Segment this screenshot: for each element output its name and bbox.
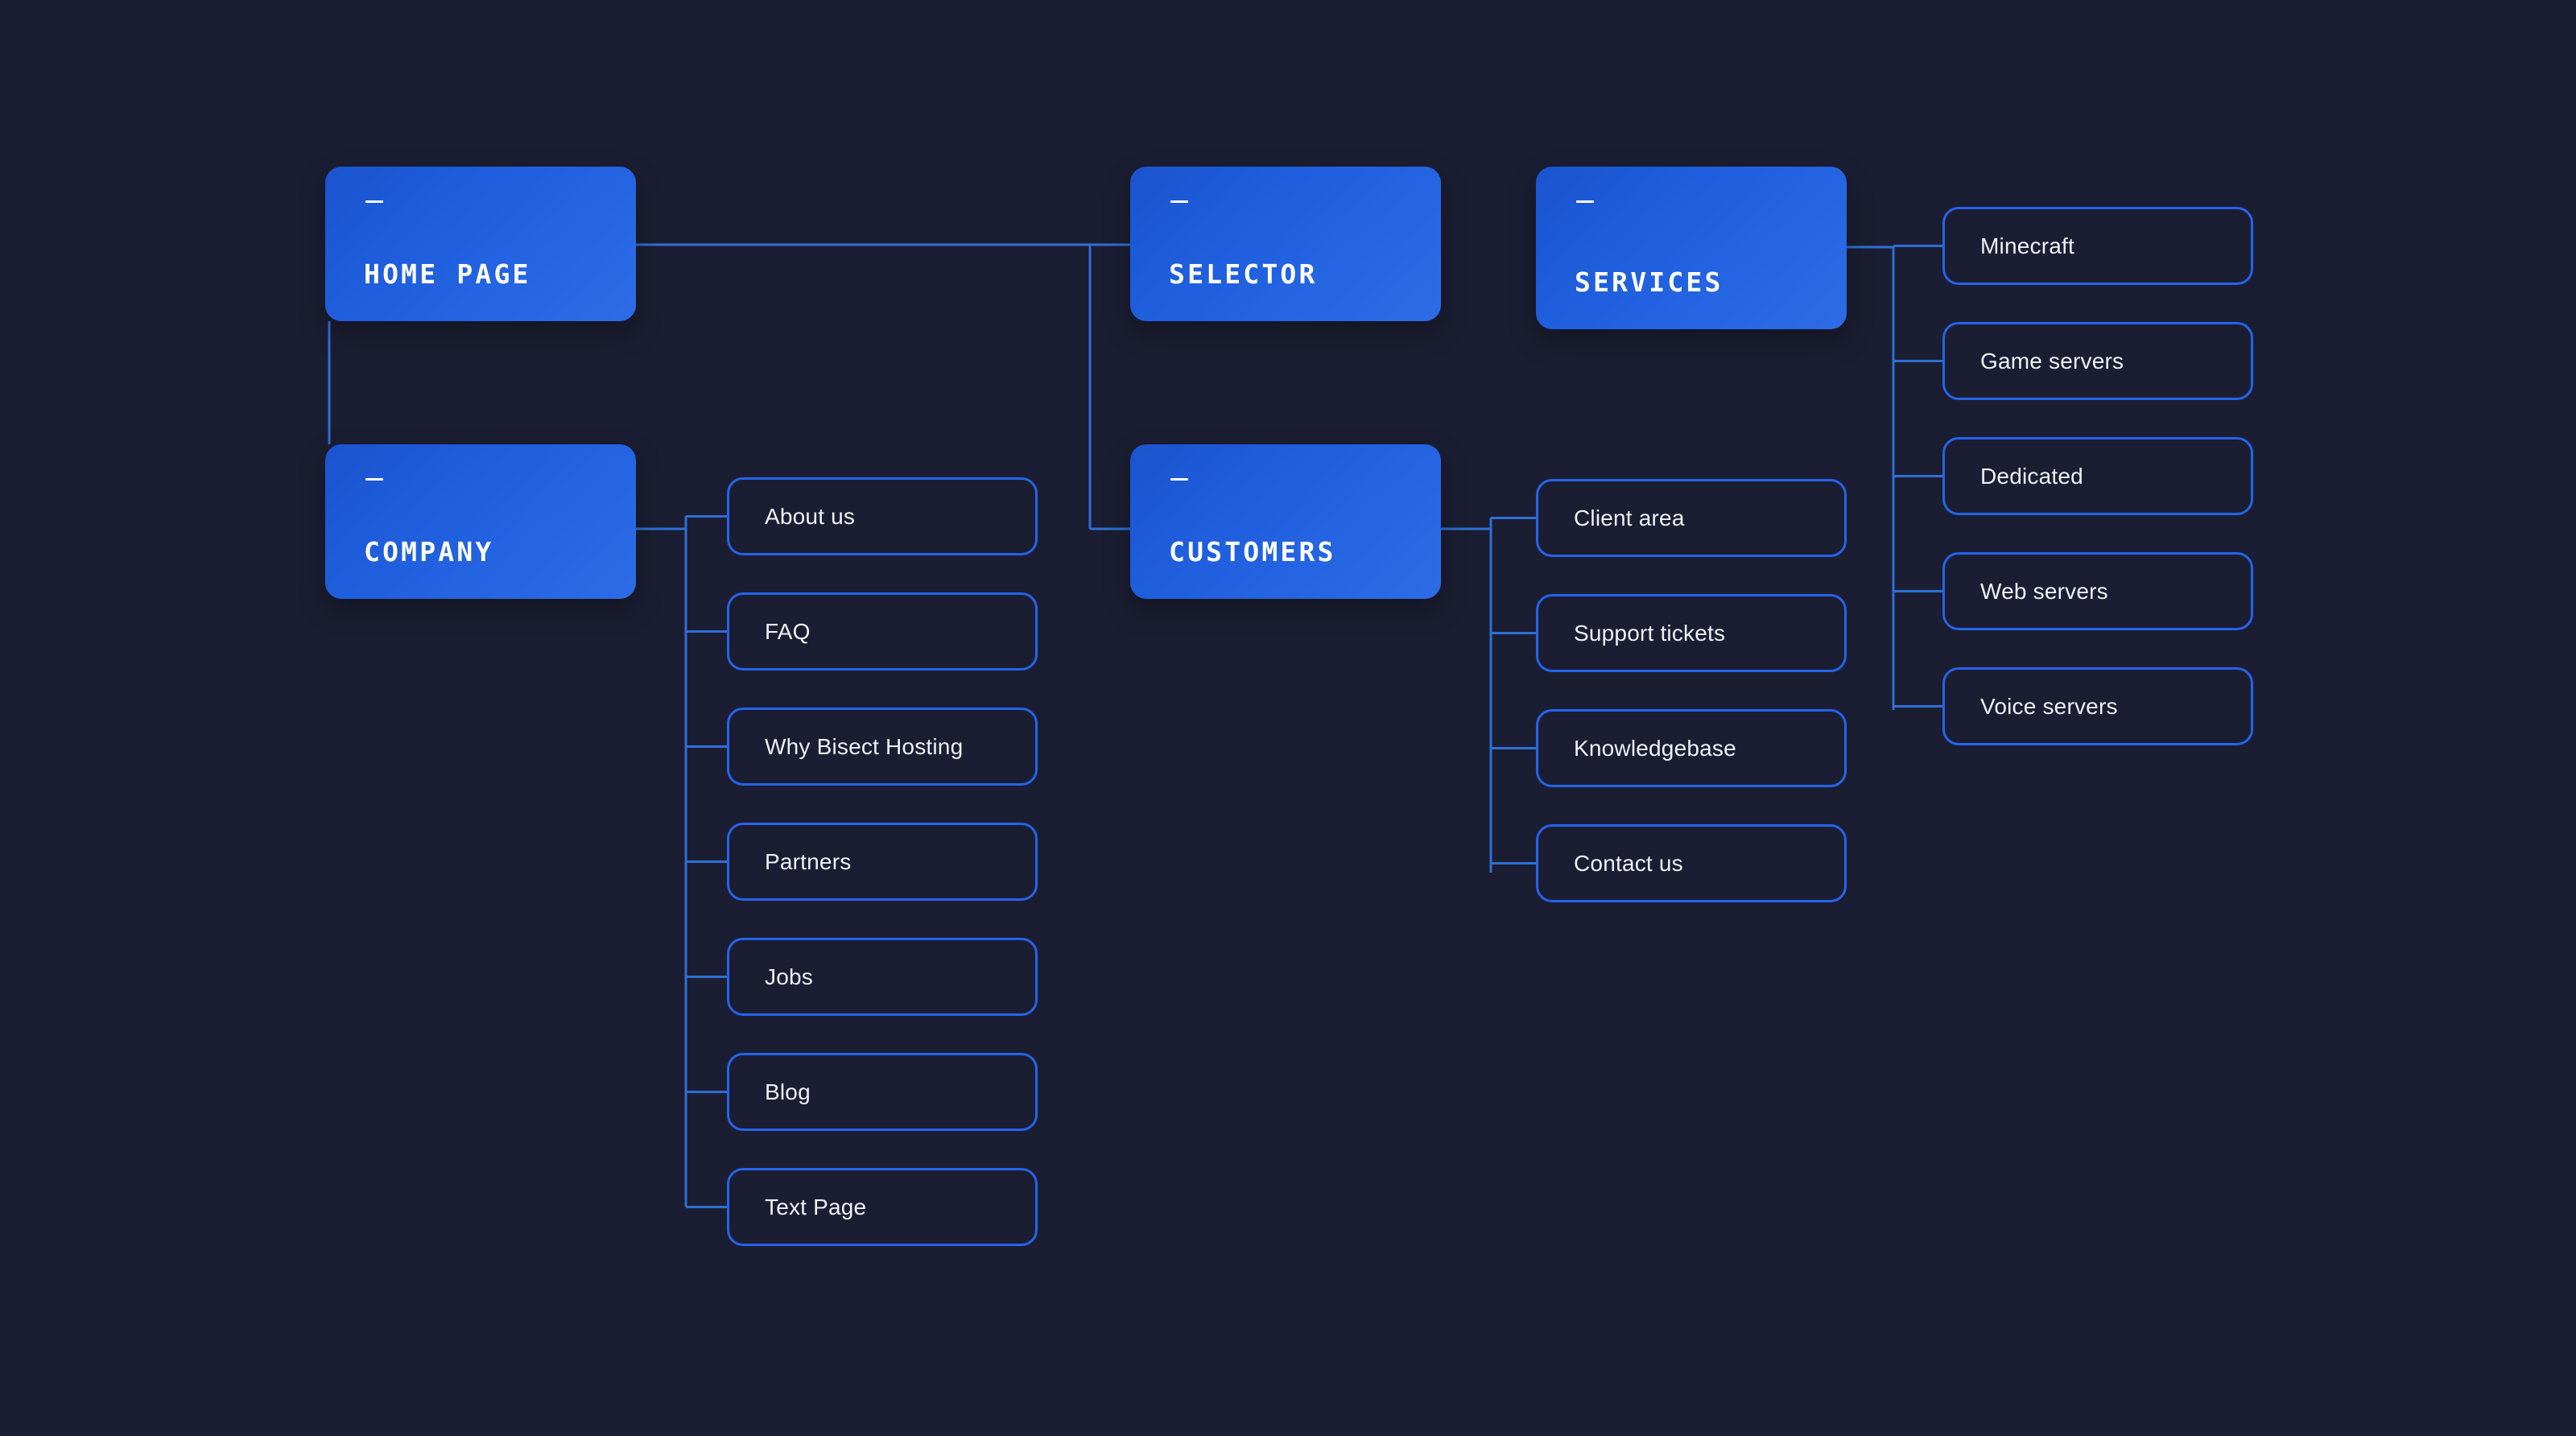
- leaf-card-label: Client area: [1574, 507, 1685, 530]
- leaf-card[interactable]: Jobs: [727, 938, 1038, 1016]
- leaf-card-label: Knowledgebase: [1574, 737, 1736, 760]
- hub-card-label: SELECTOR: [1169, 261, 1318, 287]
- hub-card-label: CUSTOMERS: [1169, 538, 1336, 565]
- dash-icon: [1170, 200, 1188, 203]
- leaf-card-label: Dedicated: [1980, 465, 2083, 488]
- leaf-card[interactable]: Text Page: [727, 1168, 1038, 1246]
- hub-card-label: HOME PAGE: [364, 261, 531, 287]
- leaf-card[interactable]: Voice servers: [1942, 667, 2253, 745]
- leaf-card-label: Jobs: [765, 966, 813, 988]
- leaf-card-label: Web servers: [1980, 580, 2108, 603]
- leaf-card[interactable]: Partners: [727, 823, 1038, 901]
- leaf-card[interactable]: Game servers: [1942, 322, 2253, 400]
- dash-icon: [365, 200, 383, 203]
- hub-card-label: COMPANY: [364, 538, 493, 565]
- dash-icon: [1170, 478, 1188, 481]
- leaf-card-label: FAQ: [765, 621, 811, 643]
- leaf-card-label: Blog: [765, 1081, 811, 1104]
- hub-card-home-page[interactable]: HOME PAGE: [325, 167, 636, 321]
- leaf-card[interactable]: Client area: [1536, 479, 1847, 557]
- leaf-card-label: Minecraft: [1980, 235, 2074, 258]
- leaf-card-label: About us: [765, 505, 855, 528]
- leaf-card[interactable]: Contact us: [1536, 824, 1847, 902]
- hub-card-selector[interactable]: SELECTOR: [1130, 167, 1441, 321]
- leaf-card[interactable]: About us: [727, 477, 1038, 555]
- leaf-card[interactable]: Web servers: [1942, 552, 2253, 630]
- leaf-card-label: Game servers: [1980, 350, 2124, 373]
- hub-card-services[interactable]: SERVICES: [1536, 167, 1847, 329]
- hub-card-label: SERVICES: [1575, 269, 1724, 295]
- hub-card-customers[interactable]: CUSTOMERS: [1130, 444, 1441, 599]
- leaf-card[interactable]: Knowledgebase: [1536, 709, 1847, 787]
- leaf-card-label: Support tickets: [1574, 622, 1725, 645]
- leaf-card[interactable]: Minecraft: [1942, 207, 2253, 285]
- leaf-card-label: Why Bisect Hosting: [765, 736, 963, 758]
- leaf-card[interactable]: Dedicated: [1942, 437, 2253, 515]
- leaf-card-label: Voice servers: [1980, 695, 2118, 718]
- leaf-card-label: Partners: [765, 851, 851, 873]
- dash-icon: [365, 478, 383, 481]
- leaf-card-label: Text Page: [765, 1196, 866, 1219]
- leaf-card[interactable]: FAQ: [727, 592, 1038, 671]
- dash-icon: [1576, 200, 1594, 203]
- hub-card-company[interactable]: COMPANY: [325, 444, 636, 599]
- leaf-card[interactable]: Why Bisect Hosting: [727, 708, 1038, 786]
- leaf-card[interactable]: Support tickets: [1536, 594, 1847, 672]
- sitemap-canvas: HOME PAGE COMPANY SELECTOR CUSTOMERS SERVICE…: [0, 0, 2576, 1436]
- leaf-card[interactable]: Blog: [727, 1053, 1038, 1131]
- leaf-card-label: Contact us: [1574, 852, 1683, 875]
